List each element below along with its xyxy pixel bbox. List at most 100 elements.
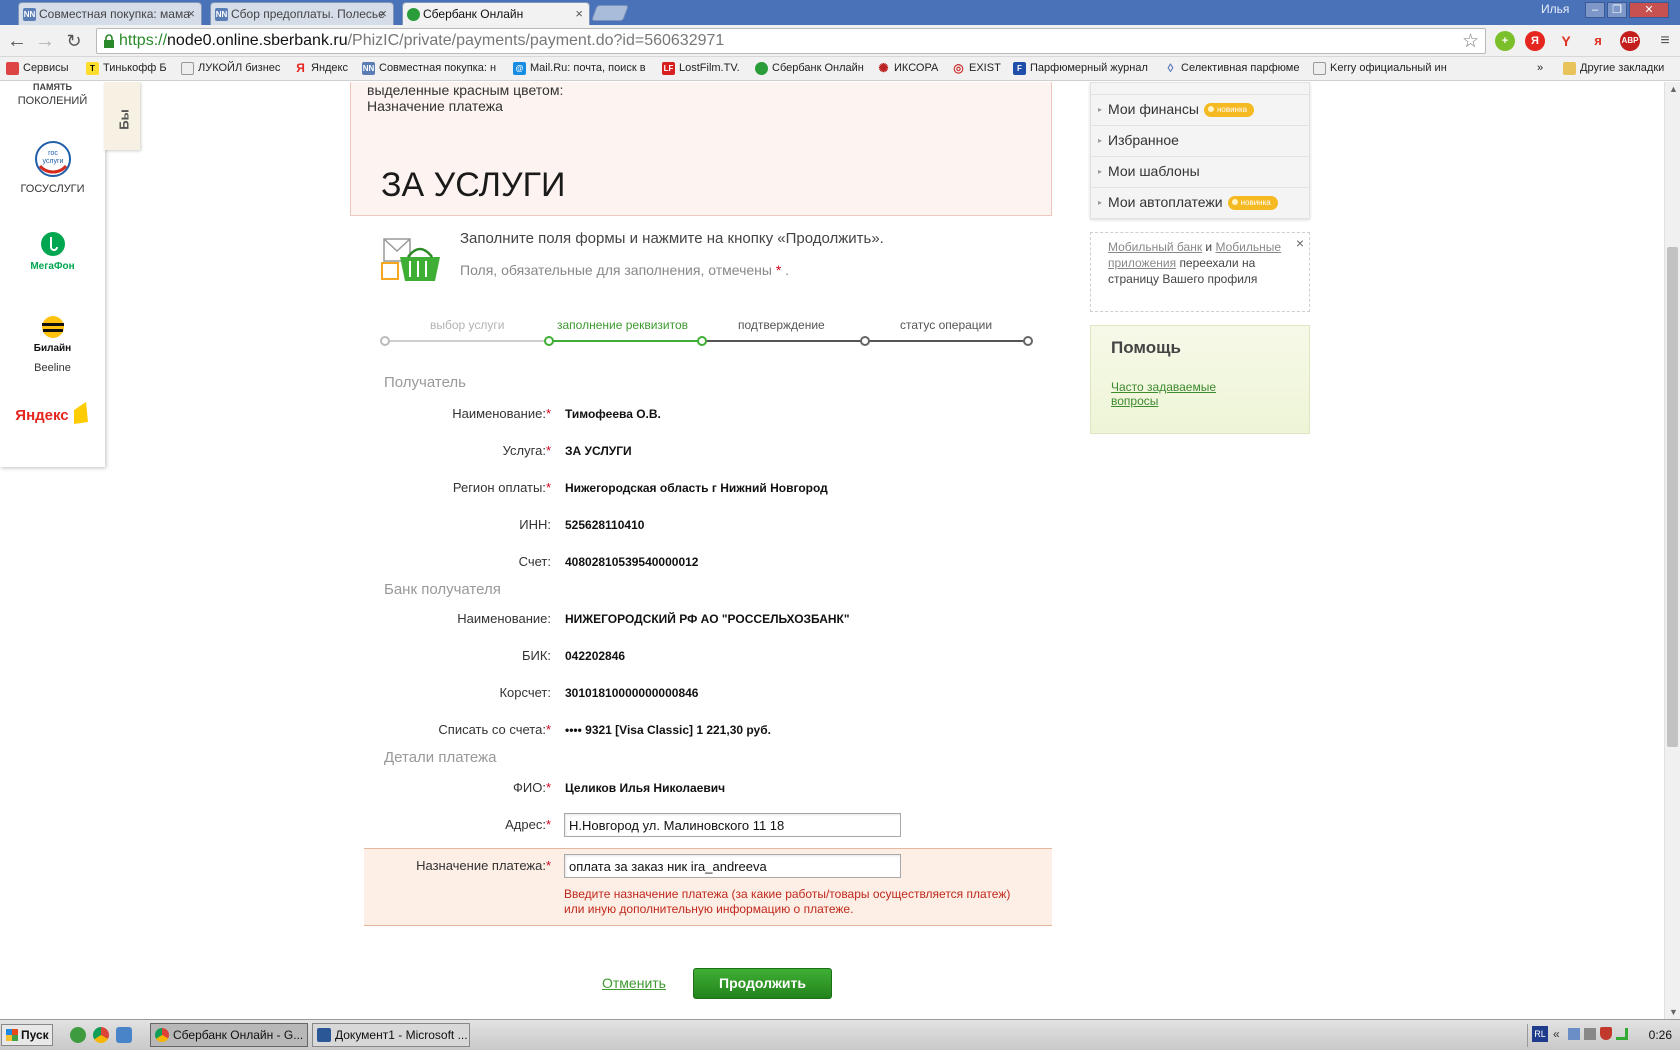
bookmark-item[interactable]: F Парфюмерный журнал xyxy=(1013,62,1148,75)
clock[interactable]: 0:26 xyxy=(1649,1028,1672,1042)
bookmark-item[interactable]: ЛУКОЙЛ бизнес xyxy=(181,62,280,75)
tab-title: Совместная покупка: мама xyxy=(39,7,190,21)
korr-account-value: 30101810000000000846 xyxy=(565,686,699,700)
sidebar-item-my-finances[interactable]: ▸ Мои финансы новинка xyxy=(1091,95,1309,126)
windows-taskbar: Пуск Сбербанк Онлайн - G... Документ1 - … xyxy=(0,1019,1680,1050)
warning-field-name: Назначение платежа xyxy=(367,98,503,114)
bookmark-item[interactable]: Сбербанк Онлайн xyxy=(755,62,864,75)
bookmark-item[interactable]: NN Совместная покупка: н xyxy=(362,62,496,75)
section-recipient-bank: Банк получателя xyxy=(384,581,501,598)
bik-label: БИК: xyxy=(521,648,551,663)
new-tab-button[interactable] xyxy=(591,5,629,21)
form-instructions: Заполните поля формы и нажмите на кнопку… xyxy=(460,230,884,247)
perfume-icon: ◊ xyxy=(1167,61,1174,75)
more-bookmarks-button[interactable]: » xyxy=(1537,62,1543,74)
tab-title: Сбор предоплаты. Полесье xyxy=(231,7,385,21)
back-arrow-icon[interactable]: ← xyxy=(6,30,28,52)
step-line xyxy=(385,340,549,342)
close-icon[interactable]: × xyxy=(1296,235,1304,251)
promo-yandex[interactable]: Яндекс xyxy=(0,400,105,426)
browser-tab-active[interactable]: Сбербанк Онлайн × xyxy=(402,2,590,25)
inn-value: 525628110410 xyxy=(565,518,645,532)
utorrent-quicklaunch-icon[interactable] xyxy=(70,1027,86,1043)
network-icon[interactable] xyxy=(1568,1028,1580,1040)
promo-side-tab[interactable]: Бы xyxy=(104,82,140,150)
reload-icon[interactable]: ↻ xyxy=(63,30,85,52)
service-value: ЗА УСЛУГИ xyxy=(565,444,632,458)
yandex-bar-extension-icon[interactable]: я xyxy=(1588,31,1608,51)
bookmark-item[interactable]: ◎ EXIST xyxy=(952,62,1001,75)
bookmark-item[interactable]: ✺ ИКСОРА xyxy=(877,62,938,75)
nn-favicon-icon: NN xyxy=(215,8,228,21)
debit-account-label: Списать со счета:* xyxy=(438,722,551,737)
taskbar-item-chrome[interactable]: Сбербанк Онлайн - G... xyxy=(150,1023,308,1047)
region-label: Регион оплаты:* xyxy=(452,480,551,495)
volume-icon[interactable] xyxy=(1584,1028,1596,1040)
address-input[interactable] xyxy=(564,813,901,837)
taskbar-item-word[interactable]: Документ1 - Microsoft ... xyxy=(312,1023,470,1047)
continue-button[interactable]: Продолжить xyxy=(693,968,832,999)
url-text: https://node0.online.sberbank.ru/PhizIC/… xyxy=(119,32,725,49)
sidebar-item-favorites[interactable]: ▸ Избранное xyxy=(1091,126,1309,157)
bookmark-item[interactable]: @ Mail.Ru: почта, поиск в xyxy=(513,62,646,75)
beeline-logo-icon xyxy=(41,316,64,338)
show-hidden-icons-button[interactable]: « xyxy=(1553,1027,1560,1041)
purpose-label: Назначение платежа:* xyxy=(416,858,551,873)
browser-toolbar: ← → ↻ https://node0.online.sberbank.ru/P… xyxy=(0,25,1680,57)
other-bookmarks-folder[interactable]: Другие закладки xyxy=(1563,62,1664,75)
forward-arrow-icon[interactable]: → xyxy=(34,30,56,52)
yandex-mail-extension-icon[interactable]: Y xyxy=(1556,31,1576,51)
step-operation-status: статус операции xyxy=(900,318,993,332)
close-tab-icon[interactable]: × xyxy=(379,6,387,21)
promo-gosuslugi[interactable]: гос услуги ГОСУСЛУГИ xyxy=(0,140,105,195)
bookmark-apps[interactable]: Сервисы xyxy=(6,62,69,75)
bookmark-item[interactable]: T Тинькофф Б xyxy=(86,62,167,75)
restore-window-icon[interactable]: ❐ xyxy=(1607,2,1627,18)
close-window-icon[interactable]: ✕ xyxy=(1629,2,1669,18)
promo-pamyat-pokoleniy[interactable]: ПАМЯТЬ ПОКОЛЕНИЙ xyxy=(0,82,105,107)
bookmark-item[interactable]: Kerry официальный ин xyxy=(1313,62,1447,75)
fio-label: ФИО:* xyxy=(512,780,551,795)
address-label: Адрес:* xyxy=(505,817,551,832)
start-button[interactable]: Пуск xyxy=(1,1024,53,1046)
adblock-icon[interactable]: ABP xyxy=(1620,31,1640,51)
bookmark-item[interactable]: ◊ Селективная парфюме xyxy=(1164,61,1300,75)
sidebar-menu: ▸ Мои финансы новинка ▸ Избранное ▸ Мои ш… xyxy=(1090,82,1310,219)
menu-hamburger-icon[interactable]: ≡ xyxy=(1654,30,1676,52)
address-bar[interactable]: https://node0.online.sberbank.ru/PhizIC/… xyxy=(96,28,1486,54)
nn-favicon-icon: NN xyxy=(23,8,36,21)
chrome-quicklaunch-icon[interactable] xyxy=(93,1027,109,1043)
browser-tab[interactable]: NN Совместная покупка: мама × xyxy=(18,2,202,25)
promo-megafon[interactable]: МегаФон xyxy=(0,230,105,272)
scroll-down-arrow-icon[interactable]: ▼ xyxy=(1669,1007,1678,1017)
scroll-up-arrow-icon[interactable]: ▲ xyxy=(1669,84,1678,94)
bookmark-item[interactable]: LF LostFilm.TV. xyxy=(662,62,740,75)
browser-tab[interactable]: NN Сбор предоплаты. Полесье × xyxy=(210,2,394,25)
close-tab-icon[interactable]: × xyxy=(187,6,195,21)
faq-link[interactable]: Часто задаваемые вопросы xyxy=(1111,380,1231,408)
minimize-window-icon[interactable]: – xyxy=(1585,2,1605,18)
bookmark-item[interactable]: Я Яндекс xyxy=(294,62,348,75)
sidebar-item-autopayments[interactable]: ▸ Мои автоплатежи новинка xyxy=(1091,188,1309,219)
close-tab-icon[interactable]: × xyxy=(575,6,583,21)
step-line-active xyxy=(549,340,702,342)
yandex-extension-icon[interactable]: Я xyxy=(1525,31,1545,51)
profile-name[interactable]: Илья xyxy=(1541,2,1569,16)
language-indicator[interactable]: RL xyxy=(1532,1026,1548,1042)
cancel-link[interactable]: Отменить xyxy=(602,975,666,991)
chevron-right-icon: ▸ xyxy=(1098,105,1103,114)
scrollbar-thumb[interactable] xyxy=(1667,247,1678,747)
explorer-quicklaunch-icon[interactable] xyxy=(116,1027,132,1043)
extension-plus-icon[interactable]: + xyxy=(1495,31,1515,51)
promo-beeline[interactable]: Билайн Beeline xyxy=(0,314,105,374)
help-title: Помощь xyxy=(1111,338,1181,357)
shield-icon[interactable] xyxy=(1600,1027,1612,1040)
sidebar-item-my-templates[interactable]: ▸ Мои шаблоны xyxy=(1091,157,1309,188)
vertical-scrollbar[interactable]: ▲ ▼ xyxy=(1664,82,1680,1019)
page-icon xyxy=(1313,62,1326,75)
signal-icon[interactable] xyxy=(1616,1028,1628,1040)
bookmark-star-icon[interactable]: ☆ xyxy=(1462,30,1479,53)
payment-purpose-input[interactable] xyxy=(564,854,901,878)
partner-promo-panel: ПАМЯТЬ ПОКОЛЕНИЙ гос услуги ГОСУСЛУГИ Ме… xyxy=(0,82,105,467)
mobile-bank-link[interactable]: Мобильный банк xyxy=(1108,240,1202,254)
